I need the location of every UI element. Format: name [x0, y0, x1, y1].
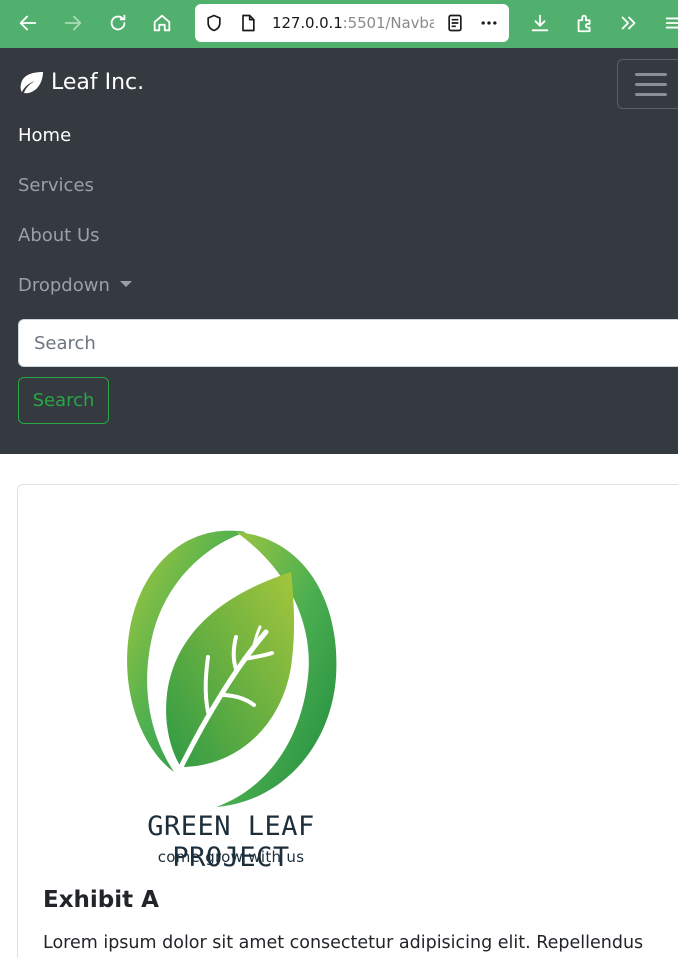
navbar-toggler-button[interactable]	[617, 59, 678, 109]
card-title: Exhibit A	[43, 887, 159, 913]
hamburger-icon-line	[635, 93, 667, 96]
page-icon[interactable]	[238, 13, 258, 33]
home-icon[interactable]	[144, 4, 180, 42]
url-bar[interactable]: 127.0.0.1:5501/Navba	[195, 4, 509, 42]
content-card: GREEN LEAF PROJECT come grow with us Exh…	[17, 484, 678, 958]
dropdown-label: Dropdown	[18, 275, 110, 296]
more-icon[interactable]	[479, 13, 499, 33]
hamburger-icon-line	[635, 83, 667, 86]
hamburger-icon	[635, 73, 667, 76]
extensions-icon[interactable]	[567, 4, 603, 42]
leaf-logo-icon	[127, 530, 337, 807]
url-text[interactable]: 127.0.0.1:5501/Navba	[272, 14, 434, 32]
back-arrow-icon[interactable]	[10, 4, 46, 42]
navbar: Leaf Inc. Home Services About Us Dropdow…	[0, 48, 678, 454]
download-icon[interactable]	[522, 4, 558, 42]
nav-link-services[interactable]: Services	[18, 175, 94, 196]
reload-icon[interactable]	[100, 4, 136, 42]
search-button[interactable]: Search	[18, 377, 109, 424]
reader-view-icon[interactable]	[445, 13, 465, 33]
caret-down-icon	[119, 281, 132, 287]
overflow-icon[interactable]	[611, 4, 647, 42]
green-leaf-project-logo: GREEN LEAF PROJECT come grow with us	[96, 527, 366, 873]
leaf-icon	[20, 71, 43, 93]
search-input[interactable]	[18, 319, 678, 367]
logo-subtitle: come grow with us	[157, 848, 305, 866]
browser-toolbar: 127.0.0.1:5501/Navba	[0, 0, 678, 48]
nav-dropdown-toggle[interactable]: Dropdown	[18, 275, 132, 296]
brand-name: Leaf Inc.	[51, 70, 145, 95]
url-path: :5501/Navba	[342, 14, 434, 32]
card-text: Lorem ipsum dolor sit amet consectetur a…	[43, 933, 644, 953]
nav-link-about-us[interactable]: About Us	[18, 225, 100, 246]
forward-arrow-icon[interactable]	[55, 4, 91, 42]
navbar-brand[interactable]: Leaf Inc.	[18, 70, 144, 95]
url-host: 127.0.0.1	[272, 14, 343, 32]
shield-icon[interactable]	[204, 13, 224, 33]
nav-link-home[interactable]: Home	[18, 125, 71, 146]
menu-icon[interactable]	[656, 4, 678, 42]
